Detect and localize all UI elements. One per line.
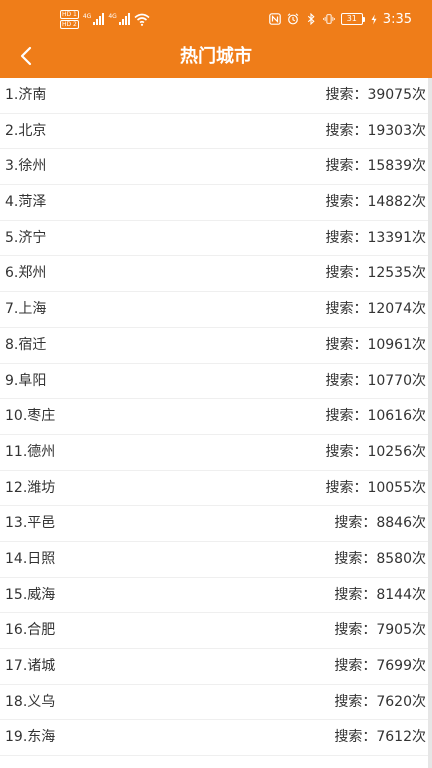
list-item[interactable]: 12.潍坊 搜索：10055次 <box>0 471 432 507</box>
status-time: 3:35 <box>382 11 412 27</box>
city-name: 9.阜阳 <box>5 372 47 389</box>
search-count: 搜索：10616次 <box>325 408 426 425</box>
search-count: 搜索：13391次 <box>325 229 426 246</box>
list-item[interactable]: 17.诸城 搜索：7699次 <box>0 649 432 685</box>
search-count: 搜索：7699次 <box>334 658 426 674</box>
search-count: 搜索：8846次 <box>334 515 426 532</box>
city-name: 16.合肥 <box>5 622 56 639</box>
list-item[interactable]: 18.义乌 搜索：7620次 <box>0 685 432 721</box>
search-count: 搜索：12535次 <box>325 265 426 282</box>
list-item[interactable]: 5.济宁 搜索：13391次 <box>0 221 432 257</box>
scrollbar[interactable] <box>428 78 432 768</box>
signal-icon: 4G <box>82 13 105 25</box>
city-name: 17.诸城 <box>5 658 56 674</box>
list-item[interactable]: 11.德州 搜索：10256次 <box>0 435 432 471</box>
search-count: 搜索：19303次 <box>325 122 426 139</box>
city-name: 2.北京 <box>5 122 47 139</box>
bluetooth-icon <box>307 13 315 25</box>
city-name: 10.枣庄 <box>5 408 56 425</box>
wifi-icon <box>134 13 150 26</box>
hd1-badge: HD 1 <box>60 9 79 19</box>
status-bar: HD 1 HD 2 4G 4G 31 3:35 <box>0 0 432 36</box>
search-count: 搜索：15839次 <box>325 158 426 175</box>
search-count: 搜索：14882次 <box>325 194 426 211</box>
search-count: 搜索：10256次 <box>325 443 426 460</box>
city-name: 19.东海 <box>5 729 56 746</box>
list-item[interactable]: 15.威海 搜索：8144次 <box>0 578 432 614</box>
city-name: 13.平邑 <box>5 515 56 532</box>
list-item[interactable]: 14.日照 搜索：8580次 <box>0 542 432 578</box>
city-name: 18.义乌 <box>5 693 56 710</box>
list-item[interactable]: 1.济南 搜索：39075次 <box>0 78 432 114</box>
status-left: HD 1 HD 2 4G 4G <box>60 9 150 29</box>
list-item[interactable]: 8.宿迁 搜索：10961次 <box>0 328 432 364</box>
network-type-1: 4G <box>82 13 92 20</box>
city-list: 1.济南 搜索：39075次 2.北京 搜索：19303次 3.徐州 搜索：15… <box>0 78 432 757</box>
city-name: 1.济南 <box>5 87 47 103</box>
list-item[interactable]: 16.合肥 搜索：7905次 <box>0 613 432 649</box>
search-count: 搜索：10961次 <box>325 336 426 353</box>
search-count: 搜索：12074次 <box>325 301 426 318</box>
list-item[interactable]: 4.菏泽 搜索：14882次 <box>0 185 432 221</box>
list-item[interactable]: 10.枣庄 搜索：10616次 <box>0 399 432 435</box>
search-count: 搜索：7620次 <box>334 693 426 710</box>
city-name: 11.德州 <box>5 443 56 460</box>
network-type-2: 4G <box>108 13 117 20</box>
status-right: 31 3:35 <box>268 10 412 28</box>
hd-indicators: HD 1 HD 2 <box>60 9 79 29</box>
battery-icon: 31 <box>340 13 365 25</box>
city-name: 6.郑州 <box>5 265 47 282</box>
list-item[interactable]: 9.阜阳 搜索：10770次 <box>0 364 432 400</box>
city-name: 12.潍坊 <box>5 479 56 496</box>
list-item[interactable]: 6.郑州 搜索：12535次 <box>0 256 432 293</box>
search-count: 搜索：10770次 <box>325 372 426 389</box>
nfc-icon <box>268 13 281 25</box>
alarm-icon <box>287 13 299 25</box>
list-item[interactable]: 3.徐州 搜索：15839次 <box>0 149 432 186</box>
city-name: 15.威海 <box>5 586 56 603</box>
city-name: 3.徐州 <box>5 158 47 175</box>
search-count: 搜索：8144次 <box>334 586 426 603</box>
search-count: 搜索：7612次 <box>334 729 426 746</box>
page-title: 热门城市 <box>180 46 252 67</box>
city-name: 5.济宁 <box>5 229 47 246</box>
city-name: 4.菏泽 <box>5 194 47 211</box>
battery-level: 31 <box>340 13 363 25</box>
search-count: 搜索：8580次 <box>334 550 426 567</box>
search-count: 搜索：7905次 <box>334 622 426 639</box>
list-item[interactable]: 13.平邑 搜索：8846次 <box>0 506 432 542</box>
signal-icon-2: 4G <box>108 13 130 25</box>
search-count: 搜索：10055次 <box>325 479 426 496</box>
city-name: 8.宿迁 <box>5 336 47 353</box>
hd2-badge: HD 2 <box>60 19 79 29</box>
search-count: 搜索：39075次 <box>325 87 426 103</box>
city-name: 14.日照 <box>5 550 56 567</box>
city-name: 7.上海 <box>5 301 47 318</box>
vibrate-icon <box>323 14 335 24</box>
list-item[interactable]: 19.东海 搜索：7612次 <box>0 720 432 757</box>
list-item[interactable]: 7.上海 搜索：12074次 <box>0 292 432 328</box>
list-item[interactable]: 2.北京 搜索：19303次 <box>0 114 432 150</box>
charging-icon <box>371 14 377 24</box>
